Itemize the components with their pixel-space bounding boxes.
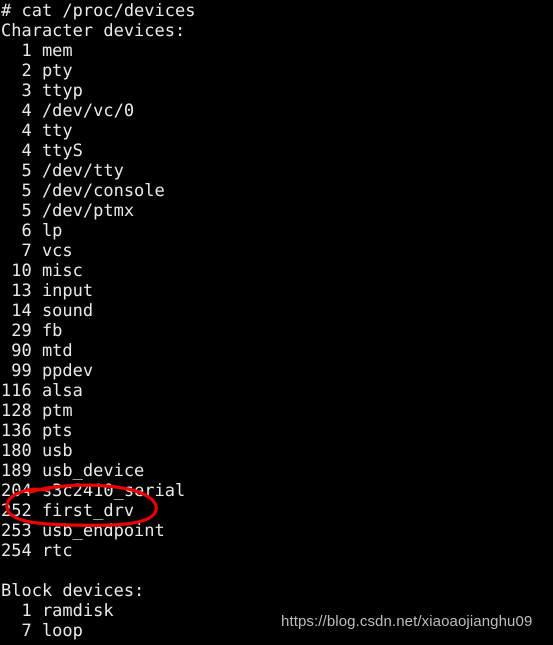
terminal-line: 14 sound	[1, 301, 94, 321]
terminal-line: 7 loop	[1, 621, 83, 641]
terminal-line: 90 mtd	[1, 341, 73, 361]
watermark-text: https://blog.csdn.net/xiaoaojianghu09	[281, 613, 533, 630]
terminal-line: 5 /dev/tty	[1, 161, 124, 181]
terminal-line: 4 /dev/vc/0	[1, 101, 135, 121]
terminal-line: 254 rtc	[1, 541, 73, 561]
terminal-line: 5 /dev/console	[1, 181, 165, 201]
terminal-output: # cat /proc/devices Character devices: 1…	[0, 0, 195, 641]
terminal-line: 180 usb	[1, 441, 73, 461]
terminal-line: 136 pts	[1, 421, 73, 441]
terminal-line: 29 fb	[1, 321, 63, 341]
terminal-line: 4 tty	[1, 121, 73, 141]
terminal-line: 116 alsa	[1, 381, 83, 401]
terminal-line: 6 lp	[1, 221, 63, 241]
terminal-line: 5 /dev/ptmx	[1, 201, 135, 221]
terminal-line-char-header: Character devices:	[1, 21, 186, 41]
terminal-line: 253 usb_endpoint	[1, 521, 165, 541]
terminal-line: 7 vcs	[1, 241, 73, 261]
terminal-line: 10 misc	[1, 261, 83, 281]
terminal-line: 1 mem	[1, 41, 73, 61]
terminal-line-first-drv: 252 first_drv	[1, 501, 135, 521]
terminal-line: 2 pty	[1, 61, 73, 81]
terminal-line: 128 ptm	[1, 401, 73, 421]
terminal-line-prompt: # cat /proc/devices	[1, 1, 196, 21]
terminal-line: 189 usb_device	[1, 461, 145, 481]
terminal-line: 13 input	[1, 281, 94, 301]
terminal-line-block-header: Block devices:	[1, 581, 145, 601]
terminal-line: 204 s3c2410_serial	[1, 481, 186, 501]
terminal-window[interactable]: # cat /proc/devices Character devices: 1…	[0, 0, 553, 645]
terminal-line: 1 ramdisk	[1, 601, 114, 621]
terminal-line: 3 ttyp	[1, 81, 83, 101]
terminal-line: 4 ttyS	[1, 141, 83, 161]
terminal-line: 99 ppdev	[1, 361, 94, 381]
